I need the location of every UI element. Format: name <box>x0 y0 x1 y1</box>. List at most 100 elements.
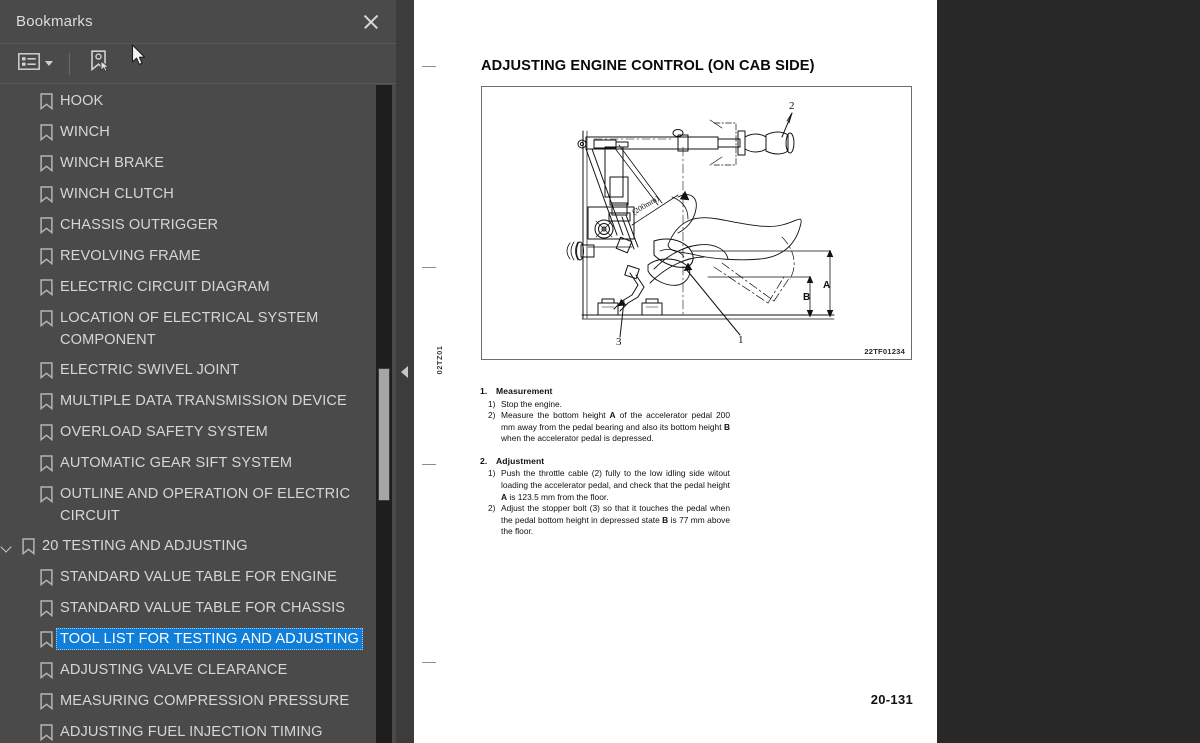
section-heading: 2. Adjustment <box>480 456 730 466</box>
bookmark-indent <box>0 452 36 474</box>
svg-text:2: 2 <box>789 100 795 112</box>
section-step: 1) Push the throttle cable (2) fully to t… <box>480 468 730 503</box>
bookmark-item-label: LOCATION OF ELECTRICAL SYSTEM COMPONENT <box>60 310 319 348</box>
bookmark-indent <box>0 483 36 505</box>
bookmark-item[interactable]: ADJUSTING FUEL INJECTION TIMING <box>0 717 376 743</box>
bookmark-item[interactable]: CHASSIS OUTRIGGER <box>0 210 376 241</box>
pdf-reader-window: Bookmarks HOOK WINCH WINCH BRAKE WINCH C… <box>0 0 1200 743</box>
step-text: Push the throttle cable (2) fully to the… <box>501 468 730 502</box>
bookmark-icon <box>36 421 56 443</box>
bookmark-item-label: AUTOMATIC GEAR SIFT SYSTEM <box>60 455 293 471</box>
margin-tick <box>422 464 436 465</box>
list-options-button[interactable] <box>16 51 55 77</box>
bookmark-icon <box>36 359 56 381</box>
bookmark-item[interactable]: LOCATION OF ELECTRICAL SYSTEM COMPONENT <box>0 303 376 355</box>
step-text: Measure the bottom height A of the accel… <box>501 410 730 444</box>
bookmark-item[interactable]: OVERLOAD SAFETY SYSTEM <box>0 417 376 448</box>
bookmarks-toolbar <box>0 44 396 84</box>
page-side-code: 02TZ01 <box>435 345 444 375</box>
bookmark-item-label: TOOL LIST FOR TESTING AND ADJUSTING <box>56 628 363 650</box>
bookmark-icon <box>18 535 38 557</box>
bookmarks-scrollbar[interactable] <box>376 85 392 743</box>
bookmarks-panel-title: Bookmarks <box>16 13 93 30</box>
section-step: 1) Stop the engine. <box>480 399 730 411</box>
bookmark-item[interactable]: TOOL LIST FOR TESTING AND ADJUSTING <box>0 624 376 655</box>
section-heading: 1. Measurement <box>480 386 730 396</box>
bookmark-indent <box>0 90 36 112</box>
bookmark-item[interactable]: OUTLINE AND OPERATION OF ELECTRIC CIRCUI… <box>0 479 376 531</box>
step-text: Adjust the stopper bolt (3) so that it t… <box>501 503 730 537</box>
bookmark-item-label: STANDARD VALUE TABLE FOR CHASSIS <box>60 600 346 616</box>
step-number: 2) <box>488 503 496 514</box>
step-text: Stop the engine. <box>501 398 563 409</box>
bookmark-indent <box>0 535 18 557</box>
margin-tick <box>422 66 436 67</box>
bookmark-icon <box>36 183 56 205</box>
step-number: 1) <box>488 468 496 479</box>
bookmark-indent <box>0 121 36 143</box>
engine-control-linkage-diagram: 2 1 3 A B (200mm) <box>566 100 835 348</box>
bookmark-item-label: WINCH BRAKE <box>60 155 165 171</box>
bookmark-item[interactable]: ELECTRIC SWIVEL JOINT <box>0 355 376 386</box>
bookmark-item[interactable]: HOOK <box>0 86 376 117</box>
margin-tick <box>422 267 436 268</box>
bookmark-icon <box>36 245 56 267</box>
svg-text:(200mm): (200mm) <box>630 193 660 216</box>
bookmark-item[interactable]: ELECTRIC CIRCUIT DIAGRAM <box>0 272 376 303</box>
bookmark-item[interactable]: 20 TESTING AND ADJUSTING <box>0 531 376 562</box>
bookmark-item-label: ELECTRIC CIRCUIT DIAGRAM <box>60 279 270 295</box>
bookmark-item[interactable]: AUTOMATIC GEAR SIFT SYSTEM <box>0 448 376 479</box>
margin-tick <box>422 662 436 663</box>
bookmark-item[interactable]: STANDARD VALUE TABLE FOR ENGINE <box>0 562 376 593</box>
bookmark-item[interactable]: STANDARD VALUE TABLE FOR CHASSIS <box>0 593 376 624</box>
bookmarks-panel: Bookmarks HOOK WINCH WINCH BRAKE WINCH C… <box>0 0 396 743</box>
bookmark-indent <box>0 307 36 329</box>
bookmark-item-label: MULTIPLE DATA TRANSMISSION DEVICE <box>60 393 347 409</box>
chevron-down-icon[interactable] <box>0 540 13 553</box>
bookmark-indent <box>0 390 36 412</box>
bookmark-item-label: STANDARD VALUE TABLE FOR ENGINE <box>60 569 337 585</box>
bookmark-indent <box>0 276 36 298</box>
bookmark-indent <box>0 597 36 619</box>
bookmarks-scrollbar-thumb[interactable] <box>378 368 390 501</box>
new-bookmark-button[interactable] <box>86 50 114 77</box>
bookmark-indent <box>0 359 36 381</box>
list-options-icon <box>18 52 40 75</box>
bookmark-icon <box>36 659 56 681</box>
bookmark-icon <box>36 597 56 619</box>
bookmark-icon <box>36 483 56 505</box>
bookmark-icon <box>36 276 56 298</box>
bookmark-icon <box>36 121 56 143</box>
bookmark-icon <box>36 214 56 236</box>
panel-splitter[interactable] <box>396 0 414 743</box>
document-viewer[interactable]: 02TZ01 ADJUSTING ENGINE CONTROL (ON CAB … <box>414 0 1200 743</box>
section-number: 2. <box>480 455 488 466</box>
bookmark-icon <box>36 628 56 650</box>
bookmark-item[interactable]: WINCH CLUTCH <box>0 179 376 210</box>
bookmark-item[interactable]: REVOLVING FRAME <box>0 241 376 272</box>
bookmark-item[interactable]: WINCH <box>0 117 376 148</box>
svg-text:B: B <box>803 292 810 303</box>
bookmark-item[interactable]: ADJUSTING VALVE CLEARANCE <box>0 655 376 686</box>
bookmark-indent <box>0 659 36 681</box>
technical-figure: 2 1 3 A B (200mm) 22TF01234 <box>481 86 912 360</box>
collapse-left-arrow-icon[interactable] <box>401 366 408 378</box>
bookmark-item-label: ADJUSTING FUEL INJECTION TIMING <box>60 724 323 740</box>
close-icon[interactable] <box>360 11 382 33</box>
bookmarks-list-container: HOOK WINCH WINCH BRAKE WINCH CLUTCH CHASSIS … <box>0 84 396 743</box>
bookmark-item-label: ADJUSTING VALVE CLEARANCE <box>60 662 288 678</box>
document-section: 1. Measurement 1) Stop the engine. 2) Measure… <box>480 386 730 445</box>
bookmark-indent <box>0 721 36 743</box>
bookmark-item[interactable]: WINCH BRAKE <box>0 148 376 179</box>
bookmark-item-label: OVERLOAD SAFETY SYSTEM <box>60 424 268 440</box>
bookmark-item-label: MEASURING COMPRESSION PRESSURE <box>60 693 350 709</box>
document-page: 02TZ01 ADJUSTING ENGINE CONTROL (ON CAB … <box>414 0 937 743</box>
section-number: 1. <box>480 386 488 396</box>
bookmark-icon <box>36 390 56 412</box>
section-title: Adjustment <box>496 455 545 466</box>
toolbar-divider <box>69 52 70 75</box>
bookmark-item[interactable]: MULTIPLE DATA TRANSMISSION DEVICE <box>0 386 376 417</box>
bookmark-indent <box>0 245 36 267</box>
bookmark-indent <box>0 214 36 236</box>
bookmark-item[interactable]: MEASURING COMPRESSION PRESSURE <box>0 686 376 717</box>
